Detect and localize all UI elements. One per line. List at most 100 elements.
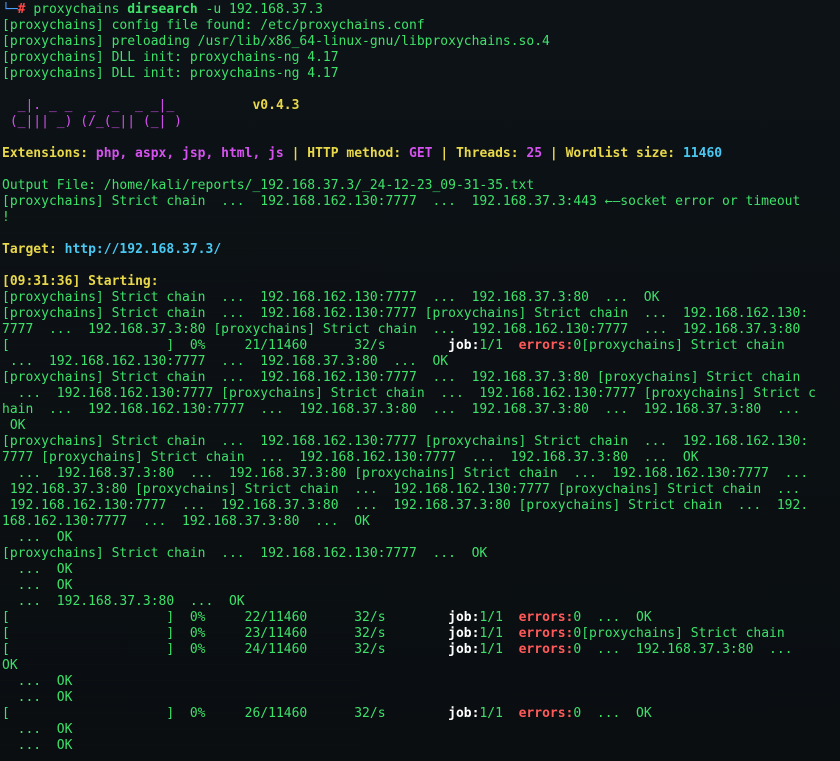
log-line: ... OK [2,674,73,689]
progress-rate: 32/s [354,338,449,353]
progress-percent: 0% [189,706,245,721]
progress-tail: ... 192.168.37.3:80 ... [581,642,793,657]
progress-line: [ ] 0% 21/11460 32/s job:1/1 errors:0[pr… [2,338,840,354]
http-method-value: GET [409,146,433,161]
prompt-hash: # [17,2,26,17]
threads-value: 25 [526,146,543,161]
progress-rate: 32/s [354,706,449,721]
wordlist-value: 11460 [682,146,723,161]
errors-label: errors: [518,610,574,625]
init-line: [proxychains] preloading /usr/lib/x86_64… [2,34,550,49]
progress-percent: 0% [189,626,245,641]
progress-tail: ... OK [581,706,652,721]
progress-rate: 32/s [354,610,449,625]
log-line: ... OK [2,722,73,737]
errors-label: errors: [518,642,574,657]
command-args: -u 192.168.37.3 [205,2,323,17]
progress-bar: [ ] [2,706,190,721]
progress-bar: [ ] [2,338,190,353]
progress-line: [ ] 0% 23/11460 32/s job:1/1 errors:0[pr… [2,626,840,642]
target-url: http://192.168.37.3/ [64,242,222,257]
progress-line: [ ] 0% 26/11460 32/s job:1/1 errors:0 ..… [2,706,840,722]
log-line: 7777 [proxychains] Strict chain ... 192.… [2,450,699,465]
command-tool: dirsearch [127,2,198,17]
banner-art-line-1: _|. _ _ _ _ _ _|_ v0.4.3 [2,98,840,114]
log-line: ... OK [2,562,73,577]
job-value: 1/1 [479,642,519,657]
job-value: 1/1 [479,706,519,721]
start-label: Starting: [88,274,159,289]
separator: | [440,146,449,161]
log-line: OK [2,658,18,673]
log-line: ... 192.168.162.130:7777 [proxychains] S… [2,386,816,401]
progress-bar: [ ] [2,642,190,657]
log-line: OK [2,418,26,433]
init-line: [proxychains] config file found: /etc/pr… [2,18,425,33]
progress-bar: [ ] [2,626,190,641]
log-line: ... OK [2,530,73,545]
banner-art-top: _|. _ _ _ _ _ _|_ [2,98,175,113]
log-line: 7777 ... 192.168.37.3:80 [proxychains] S… [2,322,801,337]
job-label: job: [448,706,480,721]
socket-error-line: [proxychains] Strict chain ... 192.168.1… [2,194,801,209]
job-value: 1/1 [479,626,519,641]
terminal-window[interactable]: └─# proxychains dirsearch -u 192.168.37.… [0,0,840,761]
progress-percent: 0% [189,338,245,353]
log-line: [proxychains] Strict chain ... 192.168.1… [2,434,809,449]
banner-art-line-2: (_||| _) (/_(_|| (_| ) [2,114,183,129]
progress-count: 26/11460 [244,706,355,721]
log-line: [proxychains] Strict chain ... 192.168.1… [2,306,809,321]
progress-rate: 32/s [354,626,449,641]
job-value: 1/1 [479,610,519,625]
log-line: 192.168.162.130:7777 ... 192.168.37.3:80… [2,498,809,513]
progress-line: [ ] 0% 24/11460 32/s job:1/1 errors:0 ..… [2,642,840,658]
log-line: hain ... 192.168.162.130:7777 ... 192.16… [2,402,801,417]
errors-label: errors: [518,706,574,721]
progress-count: 23/11460 [244,626,355,641]
progress-tail: ... OK [581,610,652,625]
progress-percent: 0% [189,610,245,625]
progress-count: 24/11460 [244,642,355,657]
log-line: 192.168.37.3:80 [proxychains] Strict cha… [2,482,801,497]
log-line: ... OK [2,738,73,753]
progress-tail: [proxychains] Strict chain [581,626,785,641]
log-line: ... OK [2,578,73,593]
log-line: ... 192.168.162.130:7777 ... 192.168.37.… [2,354,449,369]
target-label: Target: [2,242,57,257]
prompt-corner: └─ [2,2,18,17]
start-line: [09:31:36] Starting: [2,274,840,290]
log-line: [proxychains] Strict chain ... 192.168.1… [2,370,801,385]
progress-line: [ ] 0% 22/11460 32/s job:1/1 errors:0 ..… [2,610,840,626]
progress-rate: 32/s [354,642,449,657]
init-line: [proxychains] DLL init: proxychains-ng 4… [2,50,339,65]
progress-count: 22/11460 [244,610,355,625]
errors-label: errors: [518,626,574,641]
job-label: job: [448,610,480,625]
progress-tail: [proxychains] Strict chain [581,338,785,353]
prompt-line: └─# proxychains dirsearch -u 192.168.37.… [2,2,840,18]
log-line: ... 192.168.37.3:80 ... 192.168.37.3:80 … [2,466,809,481]
job-label: job: [448,642,480,657]
command-prefix: proxychains [33,2,120,17]
socket-error-tail: ! [2,210,10,225]
extensions-value: php, aspx, jsp, html, js [95,146,284,161]
wordlist-label: Wordlist size: [565,146,676,161]
target-line: Target: http://192.168.37.3/ [2,242,840,258]
log-line: [proxychains] Strict chain ... 192.168.1… [2,290,660,305]
scan-log: [proxychains] Strict chain ... 192.168.1… [2,290,840,754]
job-label: job: [448,626,480,641]
progress-percent: 0% [189,642,245,657]
terminal-output: └─# proxychains dirsearch -u 192.168.37.… [2,2,840,761]
banner-version: v0.4.3 [252,98,300,113]
log-line: [proxychains] Strict chain ... 192.168.1… [2,546,488,561]
config-line: Extensions: php, aspx, jsp, html, js | H… [2,146,840,162]
log-line: 168.162.130:7777 ... 192.168.37.3:80 ...… [2,514,370,529]
log-line: ... OK [2,690,73,705]
threads-label: Threads: [455,146,519,161]
output-file-line: Output File: /home/kali/reports/_192.168… [2,178,535,193]
